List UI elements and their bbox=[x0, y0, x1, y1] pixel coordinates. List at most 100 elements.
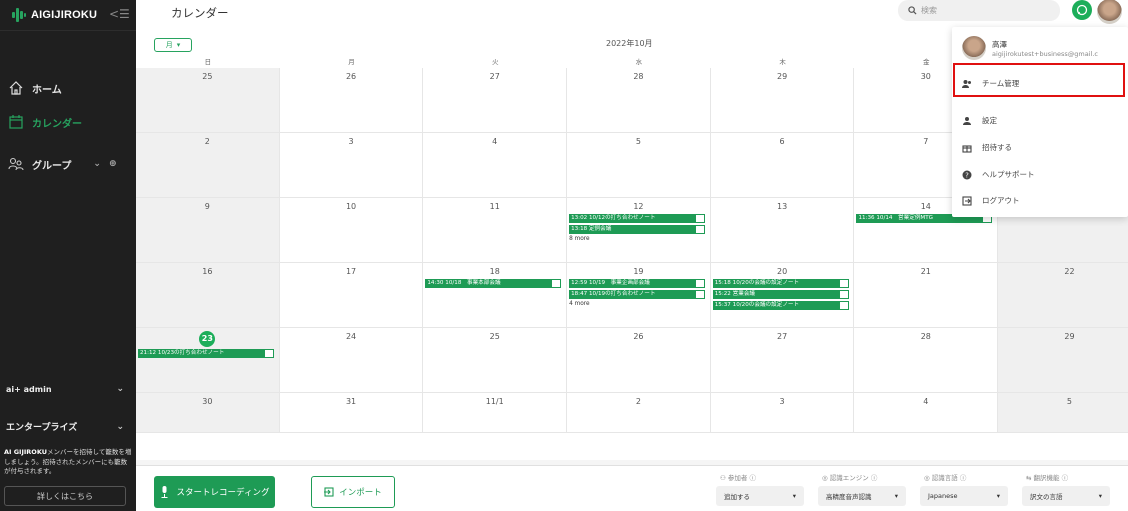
calendar-day[interactable]: 24 bbox=[279, 328, 424, 393]
menu-item-label: ログアウト bbox=[982, 196, 1020, 205]
document-icon[interactable] bbox=[838, 279, 849, 288]
calendar-day[interactable]: 30 bbox=[136, 393, 280, 433]
menu-item-logout[interactable]: ログアウト bbox=[962, 195, 1020, 206]
start-recording-button[interactable]: スタートレコーディング bbox=[154, 476, 275, 508]
add-group-icon[interactable]: ⊕ bbox=[109, 159, 117, 169]
calendar-day[interactable]: 26 bbox=[567, 328, 711, 393]
calendar-day[interactable]: 26 bbox=[279, 68, 424, 133]
document-icon[interactable] bbox=[695, 225, 706, 234]
calendar-day[interactable]: 10 bbox=[279, 198, 424, 263]
plan-selector[interactable]: エンタープライズ ⌄ bbox=[6, 420, 130, 434]
day-number: 28 bbox=[633, 72, 644, 81]
document-icon[interactable] bbox=[695, 290, 706, 299]
sidebar-item-group[interactable]: グループ ⌄ ⊕ bbox=[8, 156, 132, 172]
calendar-day[interactable]: 2 bbox=[136, 133, 280, 198]
calendar-day[interactable]: 25 bbox=[136, 68, 280, 133]
menu-item-help[interactable]: ? ヘルプサポート bbox=[962, 169, 1035, 180]
calendar-event[interactable]: 13:02 10/12の打ち合わせノート bbox=[569, 214, 706, 223]
translation-select[interactable]: 訳文の言語 ▾ bbox=[1022, 486, 1110, 506]
chevron-down-icon: ▾ bbox=[176, 41, 181, 49]
view-select[interactable]: 月 ▾ bbox=[154, 38, 192, 52]
chat-button[interactable] bbox=[1072, 0, 1092, 20]
learn-more-button[interactable]: 詳しくはこちら bbox=[4, 486, 126, 506]
participants-select[interactable]: 追加する ▾ bbox=[716, 486, 804, 506]
more-events-link[interactable]: 8 more bbox=[569, 236, 590, 242]
help-icon[interactable]: ⓘ bbox=[1062, 474, 1069, 482]
document-icon[interactable] bbox=[838, 301, 849, 310]
more-events-link[interactable]: 4 more bbox=[569, 301, 590, 307]
help-icon[interactable]: ⓘ bbox=[749, 474, 756, 482]
calendar-day[interactable]: 4 bbox=[854, 393, 999, 433]
language-select[interactable]: Japanese ▾ bbox=[920, 486, 1008, 506]
calendar-day[interactable]: 19 12:59 10/19 事業企画部会議 18:47 10/19の打ち合わせ… bbox=[567, 263, 711, 328]
document-icon[interactable] bbox=[551, 279, 562, 288]
calendar-day[interactable]: 2 bbox=[567, 393, 711, 433]
page-title: カレンダー bbox=[171, 6, 229, 20]
calendar-day[interactable]: 6 bbox=[710, 133, 855, 198]
calendar-day[interactable]: 18 14:30 10/18 事業本部会議 bbox=[423, 263, 568, 328]
document-icon[interactable] bbox=[838, 290, 849, 299]
calendar-day[interactable]: 11/1 bbox=[423, 393, 568, 433]
calendar-day[interactable]: 17 bbox=[279, 263, 424, 328]
calendar-event[interactable]: 15:37 10/20の会議の設定ノート bbox=[712, 301, 849, 310]
day-number: 16 bbox=[202, 267, 213, 276]
participants-option: ⚇ 参加者 ⓘ 追加する ▾ bbox=[716, 472, 804, 506]
menu-item-invite[interactable]: 招待する bbox=[962, 142, 1012, 153]
calendar-day[interactable]: 4 bbox=[423, 133, 568, 198]
calendar-day[interactable]: 28 bbox=[567, 68, 711, 133]
calendar-event[interactable]: 12:59 10/19 事業企画部会議 bbox=[569, 279, 706, 288]
user-avatar[interactable] bbox=[1097, 0, 1122, 24]
calendar-event[interactable]: 18:47 10/19の打ち合わせノート bbox=[569, 290, 706, 299]
calendar-day[interactable]: 21 bbox=[854, 263, 999, 328]
calendar-day[interactable]: 3 bbox=[279, 133, 424, 198]
workspace-selector[interactable]: ai+ admin ⌄ bbox=[6, 384, 130, 394]
day-number: 19 bbox=[633, 267, 644, 276]
document-icon[interactable] bbox=[695, 214, 706, 223]
calendar-day[interactable]: 27 bbox=[423, 68, 568, 133]
help-icon[interactable]: ⓘ bbox=[960, 474, 967, 482]
calendar-day[interactable]: 5 bbox=[998, 393, 1128, 433]
document-icon[interactable] bbox=[695, 279, 706, 288]
calendar-event[interactable]: 13:18 定例会議 bbox=[569, 225, 706, 234]
calendar-day[interactable]: 11 bbox=[423, 198, 568, 263]
calendar-day[interactable]: 13 bbox=[710, 198, 855, 263]
day-number: 5 bbox=[1066, 397, 1073, 406]
search-input[interactable]: 検索 bbox=[898, 0, 1060, 21]
sidebar-item-calendar[interactable]: カレンダー bbox=[8, 114, 82, 130]
calendar-day[interactable]: 25 bbox=[423, 328, 568, 393]
calendar-day[interactable]: 28 bbox=[854, 328, 999, 393]
sidebar-item-home[interactable]: ホーム bbox=[8, 80, 62, 96]
calendar-day[interactable]: 23 21:12 10/23の打ち合わせノート bbox=[136, 328, 280, 393]
menu-item-settings[interactable]: 設定 bbox=[962, 115, 997, 126]
day-number: 18 bbox=[489, 267, 500, 276]
menu-item-label: 招待する bbox=[982, 143, 1012, 152]
calendar-day[interactable]: 29 bbox=[710, 68, 855, 133]
calendar-day[interactable]: 22 bbox=[998, 263, 1128, 328]
help-icon[interactable]: ⓘ bbox=[871, 474, 878, 482]
day-number: 24 bbox=[345, 332, 357, 341]
day-number: 11/1 bbox=[485, 397, 504, 406]
day-number: 2 bbox=[635, 397, 641, 406]
calendar-day[interactable]: 5 bbox=[567, 133, 711, 198]
calendar-day[interactable]: 3 bbox=[710, 393, 855, 433]
app-logo[interactable]: AIGIJIROKU bbox=[12, 8, 97, 22]
collapse-sidebar-icon[interactable]: <☰ bbox=[109, 7, 130, 21]
engine-select[interactable]: 高精度音声認識 ▾ bbox=[818, 486, 906, 506]
calendar-day[interactable]: 20 15:18 10/20の会議の設定ノート 15:22 営業会議 15:37… bbox=[710, 263, 855, 328]
chevron-down-icon[interactable]: ⌄ bbox=[93, 159, 101, 169]
calendar-day[interactable]: 31 bbox=[279, 393, 424, 433]
event-label: 13:18 定例会議 bbox=[571, 226, 612, 232]
calendar-day[interactable]: 12 13:02 10/12の打ち合わせノート 13:18 定例会議 8 mor… bbox=[567, 198, 711, 263]
calendar-event[interactable]: 14:30 10/18 事業本部会議 bbox=[425, 279, 562, 288]
import-button[interactable]: インポート bbox=[311, 476, 395, 508]
calendar-day[interactable]: 27 bbox=[710, 328, 855, 393]
calendar-day[interactable]: 29 bbox=[998, 328, 1128, 393]
document-icon[interactable] bbox=[264, 349, 274, 358]
event-label: 21:12 10/23の打ち合わせノート bbox=[140, 350, 225, 356]
calendar-day[interactable]: 16 bbox=[136, 263, 280, 328]
user-name: 高澤 bbox=[992, 39, 1007, 49]
calendar-event[interactable]: 15:22 営業会議 bbox=[712, 290, 849, 299]
calendar-day[interactable]: 9 bbox=[136, 198, 280, 263]
calendar-event[interactable]: 15:18 10/20の会議の設定ノート bbox=[712, 279, 849, 288]
calendar-event[interactable]: 21:12 10/23の打ち合わせノート bbox=[138, 349, 274, 358]
